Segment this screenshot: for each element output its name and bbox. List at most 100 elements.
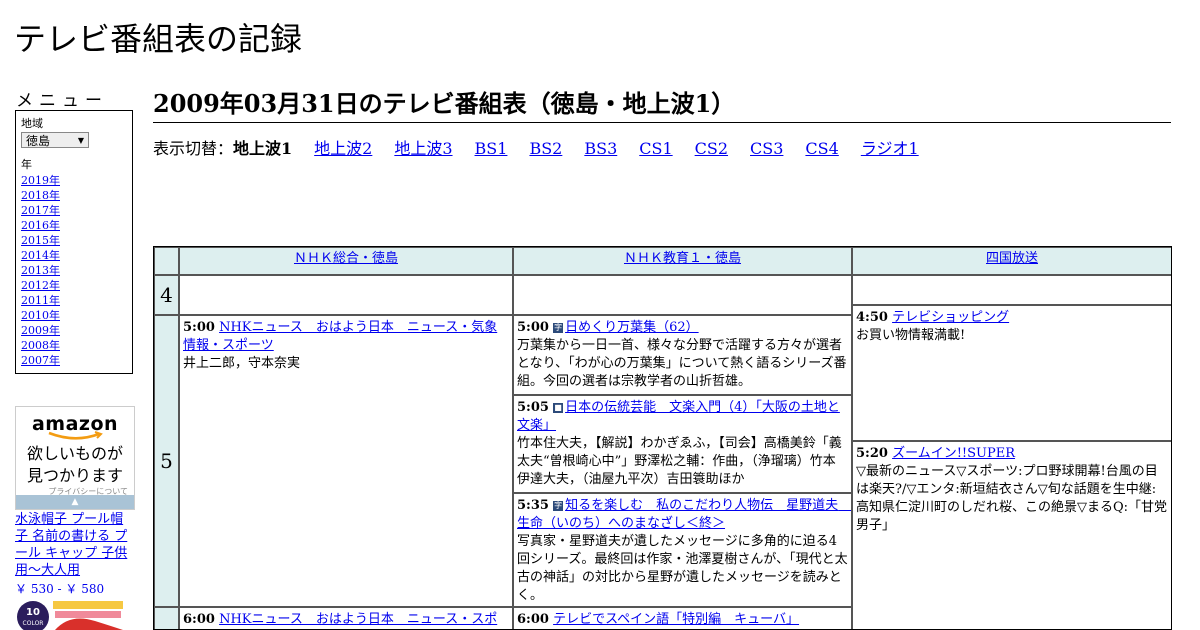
menu-box: 地域 徳島 ▼ 年 2019年 2018年 2017年 2016年 2015年 2014年…: [15, 110, 133, 374]
page-title: 2009年03月31日のテレビ番組表（徳島・地上波1）: [153, 84, 1171, 123]
product-price: ￥ 530 - ￥ 580: [15, 582, 105, 596]
ad-text-line1: 欲しいものが: [26, 444, 123, 463]
station-link-nhk-educational[interactable]: ＮＨＫ教育１・徳島: [624, 251, 741, 266]
program-description: 井上二郎，守本奈実: [183, 356, 301, 371]
year-item: 2017年: [21, 203, 132, 218]
program-title-link[interactable]: 知るを楽しむ 私のこだわり人物伝 星野道夫 生命（いのち）へのまなざし＜終＞: [517, 498, 851, 531]
empty-slot-nhk-educational-4: [513, 275, 852, 315]
station-link-nhk-general[interactable]: ＮＨＫ総合・徳島: [294, 251, 398, 266]
year-item: 2007年: [21, 353, 132, 368]
program-cell: 4:50 テレビショッピング お買い物情報満載!: [852, 305, 1171, 441]
schedule-table: ＮＨＫ総合・徳島 ＮＨＫ教育１・徳島 四国放送 4 5 5:00 NHKニュース…: [153, 246, 1172, 630]
program-title-link[interactable]: NHKニュース おはよう日本 ニュース・スポーツ: [183, 612, 497, 629]
product-link[interactable]: 水泳帽子 プール帽子 名前の書ける プール キャップ 子供用～大人用: [15, 511, 133, 579]
program-description: 竹本住大夫，【解説】わかぎゑふ，【司会】高橋美鈴「義太夫“曽根崎心中”」野澤松之…: [517, 436, 842, 487]
amazon-logo: amazon: [31, 413, 119, 435]
program-cell: 6:00 テレビでスペイン語「特別編 キューバ」: [513, 607, 852, 629]
year-item: 2016年: [21, 218, 132, 233]
year-item: 2018年: [21, 188, 132, 203]
year-link[interactable]: 2016年: [21, 219, 60, 232]
program-time: 6:00: [517, 612, 549, 627]
year-link[interactable]: 2014年: [21, 249, 60, 262]
data-broadcast-icon: ■: [553, 403, 564, 413]
year-link[interactable]: 2007年: [21, 354, 60, 367]
region-label: 地域: [21, 117, 43, 130]
program-cell: 5:35 字知るを楽しむ 私のこだわり人物伝 星野道夫 生命（いのち）へのまなざ…: [513, 493, 852, 607]
channel-link[interactable]: BS2: [529, 139, 562, 158]
program-cell: 5:20 ズームイン!!SUPER ▽最新のニュース▽スポーツ:プロ野球開幕!台…: [852, 441, 1171, 629]
program-description: お買い物情報満載!: [856, 328, 966, 343]
year-link[interactable]: 2019年: [21, 174, 60, 187]
program-title-link[interactable]: 日本の伝統芸能 文楽入門（4）「大阪の土地と文楽」: [517, 400, 840, 433]
empty-slot-shikoku-4: [852, 275, 1171, 305]
year-link[interactable]: 2018年: [21, 189, 60, 202]
year-item: 2009年: [21, 323, 132, 338]
year-link[interactable]: 2011年: [21, 294, 60, 307]
channel-link[interactable]: CS2: [695, 139, 728, 158]
station-link-shikoku[interactable]: 四国放送: [986, 251, 1038, 266]
product-badge-sub: COLOR: [23, 620, 44, 627]
menu-heading: メニュー: [16, 91, 108, 111]
year-link[interactable]: 2017年: [21, 204, 60, 217]
program-time: 5:00: [183, 320, 215, 335]
program-time: 5:20: [856, 446, 888, 461]
hour-label-5: 5: [154, 315, 179, 607]
channel-link[interactable]: BS1: [475, 139, 508, 158]
region-select[interactable]: 徳島 ▼: [21, 132, 89, 148]
station-header-shikoku: 四国放送: [852, 247, 1171, 275]
year-link[interactable]: 2013年: [21, 264, 60, 277]
year-link[interactable]: 2009年: [21, 324, 60, 337]
year-link[interactable]: 2015年: [21, 234, 60, 247]
program-cell: 5:00 NHKニュース おはよう日本 ニュース・気象情報・スポーツ 井上二郎，…: [179, 315, 513, 607]
year-link[interactable]: 2012年: [21, 279, 60, 292]
program-description: ▽最新のニュース▽スポーツ:プロ野球開幕!台風の目は楽天?/▽エンタ:新垣結衣さ…: [856, 464, 1168, 533]
channel-switch-label: 表示切替：: [153, 139, 234, 158]
amazon-ad-banner[interactable]: amazon 欲しいものが 見つかります プライバシーについて ▲: [15, 406, 135, 510]
product-image[interactable]: 10 COLOR: [15, 599, 125, 630]
ad-expand-bar[interactable]: ▲: [16, 495, 134, 509]
channel-link[interactable]: BS3: [584, 139, 617, 158]
region-select-value: 徳島: [26, 133, 51, 148]
program-title-link[interactable]: テレビでスペイン語「特別編 キューバ」: [553, 612, 799, 627]
program-time: 5:05: [517, 400, 549, 415]
program-title-link[interactable]: 日めくり万葉集（62）: [565, 320, 699, 335]
channel-link[interactable]: CS1: [639, 139, 672, 158]
channel-links: 地上波2 地上波3 BS1 BS2 BS3 CS1 CS2 CS3 CS4 ラジオ1: [314, 139, 941, 158]
ad-text-line2: 見つかります: [26, 466, 123, 485]
program-description: 万葉集から一日一首、様々な分野で活躍する方々が選者となり、「わが心の万葉集」につ…: [517, 338, 847, 389]
year-item: 2010年: [21, 308, 132, 323]
year-item: 2012年: [21, 278, 132, 293]
program-title-link[interactable]: テレビショッピング: [892, 310, 1009, 325]
year-link[interactable]: 2008年: [21, 339, 60, 352]
year-link[interactable]: 2010年: [21, 309, 60, 322]
channel-switch: 表示切替：地上波1 地上波2 地上波3 BS1 BS2 BS3 CS1 CS2 CS3 CS4 ラジ…: [153, 135, 941, 159]
channel-link[interactable]: CS4: [805, 139, 838, 158]
caption-icon: 字: [553, 501, 564, 511]
program-description: 写真家・星野道夫が遺したメッセージに多角的に迫る4回シリーズ。最終回は作家・池澤…: [517, 534, 848, 603]
channel-link[interactable]: 地上波3: [394, 139, 452, 158]
channel-link[interactable]: ラジオ1: [861, 139, 919, 158]
year-item: 2014年: [21, 248, 132, 263]
caption-icon: 字: [553, 323, 564, 333]
year-item: 2011年: [21, 293, 132, 308]
year-item: 2019年: [21, 173, 132, 188]
chevron-up-icon: ▲: [71, 497, 79, 507]
station-header-nhk-educational: ＮＨＫ教育１・徳島: [513, 247, 852, 275]
year-item: 2013年: [21, 263, 132, 278]
program-title-link[interactable]: NHKニュース おはよう日本 ニュース・気象情報・スポーツ: [183, 320, 497, 353]
year-list: 2019年 2018年 2017年 2016年 2015年 2014年 2013年 2012年…: [21, 173, 132, 368]
year-label: 年: [21, 158, 32, 171]
channel-link[interactable]: 地上波2: [314, 139, 372, 158]
station-header-nhk-general: ＮＨＫ総合・徳島: [179, 247, 513, 275]
program-cell: 5:05 ■ 日本の伝統芸能 文楽入門（4）「大阪の土地と文楽」 竹本住大夫，【解…: [513, 395, 852, 493]
program-title-link[interactable]: ズームイン!!SUPER: [892, 446, 1015, 461]
channel-link[interactable]: CS3: [750, 139, 783, 158]
ad-text: 欲しいものが 見つかります: [16, 443, 134, 487]
program-time: 6:00: [183, 612, 215, 627]
header-corner: [154, 247, 179, 275]
site-title: テレビ番組表の記録: [14, 20, 303, 58]
product-badge-number: 10: [26, 607, 40, 618]
program-time: 5:00: [517, 320, 549, 335]
year-item: 2008年: [21, 338, 132, 353]
program-cell: 6:00 NHKニュース おはよう日本 ニュース・スポーツ: [179, 607, 513, 629]
